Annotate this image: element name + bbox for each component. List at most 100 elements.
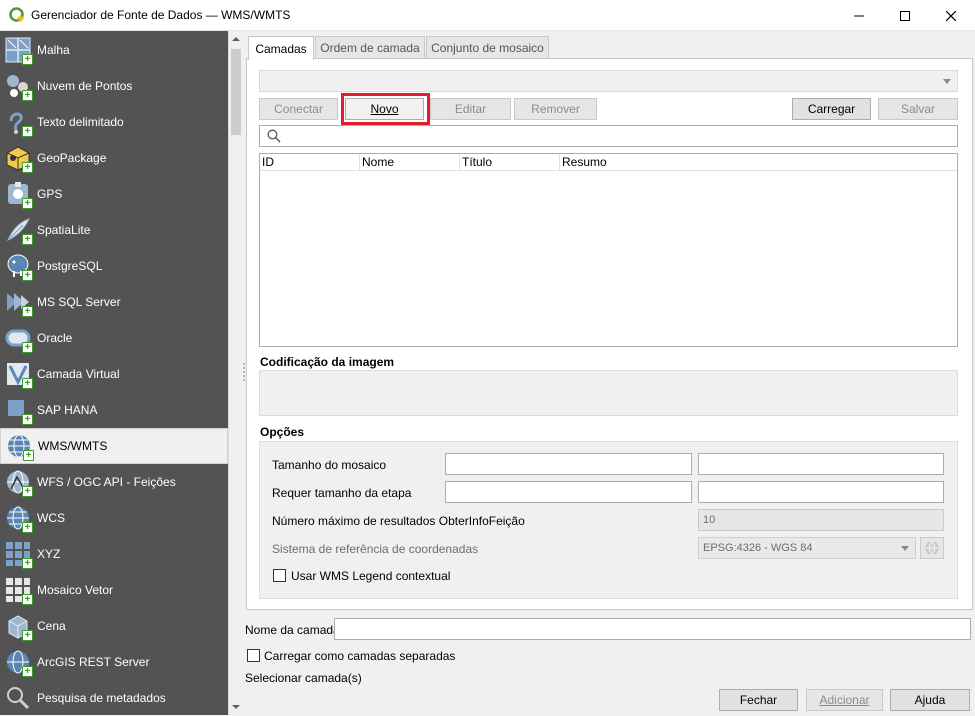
maximize-icon — [900, 10, 910, 21]
help-button[interactable]: Ajuda — [890, 689, 970, 711]
scroll-down-icon[interactable] — [232, 703, 240, 711]
crs-selector-button[interactable] — [920, 537, 944, 559]
delimited-text-icon: + — [5, 109, 33, 137]
arcgis-icon: + — [5, 649, 33, 677]
sidebar-item-xyz[interactable]: + XYZ — [0, 536, 228, 572]
tile-height-field[interactable] — [698, 453, 944, 475]
max-results-label: Número máximo de resultados ObterInfoFei… — [272, 514, 525, 528]
sidebar-item-texto-delimitado[interactable]: + Texto delimitado — [0, 104, 228, 140]
sidebar-item-label: Mosaico Vetor — [37, 583, 114, 597]
remove-button[interactable]: Remover — [514, 98, 597, 120]
close-icon — [946, 10, 956, 21]
layer-name-field[interactable] — [334, 618, 971, 640]
step-width-field[interactable] — [445, 481, 692, 503]
maximize-button[interactable] — [882, 0, 928, 31]
edit-button[interactable]: Editar — [430, 98, 511, 120]
scene-icon: + — [5, 613, 33, 641]
qgis-icon — [9, 7, 25, 23]
sidebar-item-label: XYZ — [37, 547, 61, 561]
chevron-down-icon — [943, 79, 951, 84]
source-list: + Malha + Nuvem de Pontos + Texto delimi… — [0, 31, 228, 715]
column-header-id[interactable]: ID — [260, 154, 360, 171]
spatialite-icon: + — [5, 217, 33, 245]
close-window-button[interactable] — [928, 0, 974, 31]
crs-select[interactable]: EPSG:4326 - WGS 84 — [698, 537, 916, 559]
sidebar-item-gps[interactable]: + GPS — [0, 176, 228, 212]
tile-width-field[interactable] — [445, 453, 692, 475]
minimize-button[interactable] — [836, 0, 882, 31]
wfs-icon: + — [5, 469, 33, 497]
sidebar-item-label: WFS / OGC API - Feições — [37, 475, 176, 489]
table-header: ID Nome Título Resumo — [260, 154, 957, 171]
minimize-icon — [854, 15, 864, 16]
sidebar-scrollbar[interactable] — [228, 31, 242, 715]
sidebar-item-cena[interactable]: + Cena — [0, 608, 228, 644]
search-input[interactable] — [259, 125, 958, 147]
image-encoding-box — [259, 370, 958, 416]
sidebar-item-label: Nuvem de Pontos — [37, 79, 133, 93]
sidebar-item-label: MS SQL Server — [37, 295, 121, 309]
sidebar-item-label: Camada Virtual — [37, 367, 120, 381]
raster-icon: + — [5, 37, 33, 65]
layers-table[interactable]: ID Nome Título Resumo — [259, 153, 958, 347]
tab-conjunto-de-mosaico[interactable]: Conjunto de mosaico — [426, 36, 549, 59]
crs-label: Sistema de referência de coordenadas — [272, 542, 479, 556]
close-button[interactable]: Fechar — [719, 689, 798, 711]
crs-selector-icon — [925, 541, 939, 555]
sap-hana-icon: + — [5, 397, 33, 425]
status-text: Selecionar camada(s) — [245, 671, 362, 685]
column-header-resumo[interactable]: Resumo — [560, 154, 660, 171]
scroll-up-icon[interactable] — [232, 35, 240, 43]
max-results-field[interactable]: 10 — [698, 509, 944, 531]
sidebar-item-geopackage[interactable]: + GeoPackage — [0, 140, 228, 176]
sidebar-item-oracle[interactable]: + Oracle — [0, 320, 228, 356]
sidebar-item-wfs[interactable]: + WFS / OGC API - Feições — [0, 464, 228, 500]
sidebar-item-nuvem-de-pontos[interactable]: + Nuvem de Pontos — [0, 68, 228, 104]
connection-select[interactable] — [259, 70, 958, 92]
column-header-titulo[interactable]: Título — [460, 154, 560, 171]
save-button[interactable]: Salvar — [878, 98, 958, 120]
load-button[interactable]: Carregar — [792, 98, 871, 120]
sidebar-item-label: Pesquisa de metadados — [37, 691, 166, 705]
sidebar-item-spatialite[interactable]: + SpatiaLite — [0, 212, 228, 248]
sidebar-item-label: SpatiaLite — [37, 223, 91, 237]
sidebar-item-ms-sql-server[interactable]: + MS SQL Server — [0, 284, 228, 320]
sidebar-item-postgresql[interactable]: + PostgreSQL — [0, 248, 228, 284]
window-title: Gerenciador de Fonte de Dados — WMS/WMTS — [31, 8, 291, 22]
sidebar-item-label: Texto delimitado — [37, 115, 124, 129]
sidebar-item-label: Malha — [37, 43, 70, 57]
load-separate-label: Carregar como camadas separadas — [264, 649, 456, 663]
sidebar-item-wms-wmts[interactable]: + WMS/WMTS — [0, 428, 228, 464]
postgresql-icon: + — [5, 253, 33, 281]
scrollbar-thumb[interactable] — [231, 49, 241, 135]
mssql-icon: + — [5, 289, 33, 317]
load-separate-checkbox[interactable] — [247, 649, 260, 662]
column-header-nome[interactable]: Nome — [360, 154, 460, 171]
oracle-icon: + — [5, 325, 33, 353]
sidebar-item-camada-virtual[interactable]: + Camada Virtual — [0, 356, 228, 392]
sidebar-item-label: GeoPackage — [37, 151, 107, 165]
tab-camadas[interactable]: Camadas — [248, 36, 314, 60]
wms-icon: + — [6, 433, 34, 461]
sidebar-item-label: Oracle — [37, 331, 73, 345]
contextual-legend-checkbox[interactable] — [273, 569, 286, 582]
image-encoding-title: Codificação da imagem — [260, 355, 395, 369]
add-button[interactable]: Adicionar — [806, 689, 883, 711]
sidebar-item-wcs[interactable]: + WCS — [0, 500, 228, 536]
virtual-layer-icon: + — [5, 361, 33, 389]
wcs-icon: + — [5, 505, 33, 533]
contextual-legend-label: Usar WMS Legend contextual — [291, 569, 451, 583]
options-title: Opções — [260, 425, 305, 439]
sidebar-item-sap-hana[interactable]: + SAP HANA — [0, 392, 228, 428]
sidebar-item-arcgis-rest[interactable]: + ArcGIS REST Server — [0, 644, 228, 680]
sidebar-item-pesquisa-metadados[interactable]: Pesquisa de metadados — [0, 680, 228, 716]
xyz-icon: + — [5, 541, 33, 569]
sidebar-item-mosaico-vetor[interactable]: + Mosaico Vetor — [0, 572, 228, 608]
layer-name-label: Nome da camada — [245, 623, 340, 637]
tile-size-label: Tamanho do mosaico — [272, 458, 387, 472]
connect-button[interactable]: Conectar — [259, 98, 338, 120]
gps-icon: + — [5, 181, 33, 209]
tab-ordem-de-camada[interactable]: Ordem de camada — [315, 36, 425, 59]
sidebar-item-malha[interactable]: + Malha — [0, 32, 228, 68]
step-height-field[interactable] — [698, 481, 944, 503]
